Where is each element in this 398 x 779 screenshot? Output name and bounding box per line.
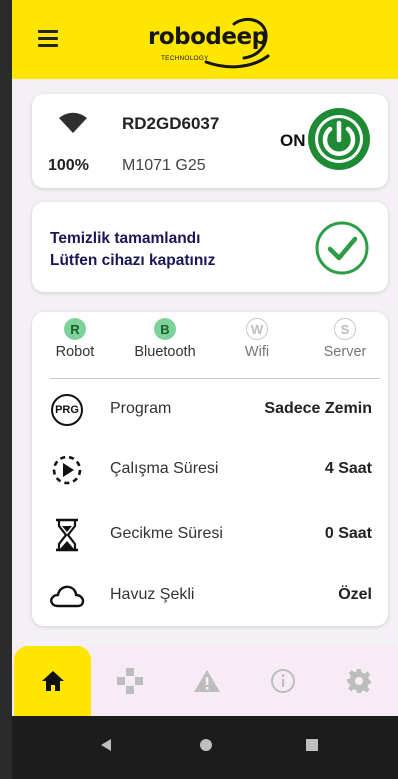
- settings-row-delay-time[interactable]: Gecikme Süresi 0 Saat: [32, 515, 388, 555]
- hamburger-menu-icon[interactable]: [38, 30, 58, 47]
- home-circle-icon[interactable]: [198, 737, 214, 753]
- connection-wifi: W Wifi: [216, 318, 298, 360]
- connection-label-wifi: Wifi: [244, 344, 270, 360]
- control-pad-icon: [116, 668, 143, 694]
- connection-bluetooth: B Bluetooth: [124, 318, 206, 360]
- message-line-2: Lütfen cihazı kapatınız: [50, 252, 216, 269]
- device-model: M1071 G25: [122, 157, 206, 174]
- battery-level: 100%: [48, 157, 89, 174]
- message-line-1: Temizlik tamamlandı: [50, 230, 201, 247]
- cloud-icon: [50, 585, 85, 608]
- nav-control[interactable]: [91, 646, 168, 716]
- check-circle-icon: [315, 221, 369, 275]
- work-time-label: Çalışma Süresi: [110, 460, 219, 477]
- nav-alerts[interactable]: [168, 646, 245, 716]
- pool-shape-label: Havuz Şekli: [110, 586, 195, 603]
- delay-time-label: Gecikme Süresi: [110, 525, 223, 542]
- program-label: Program: [110, 400, 172, 417]
- divider: [50, 378, 380, 379]
- play-timer-icon: [52, 455, 82, 485]
- bottom-navigation: [12, 646, 398, 716]
- robot-status-icon: R: [64, 318, 86, 340]
- work-time-value: 4 Saat: [324, 460, 372, 477]
- recents-icon[interactable]: [304, 737, 320, 753]
- back-icon[interactable]: [98, 737, 114, 753]
- connection-label-server: Server: [323, 344, 367, 360]
- hourglass-icon: [56, 518, 78, 552]
- nav-settings[interactable]: [320, 646, 397, 716]
- app-screen: robodeep TECHNOLOGY 100% RD2GD6037 M1071…: [12, 0, 398, 779]
- app-bar: robodeep TECHNOLOGY: [12, 0, 398, 79]
- nav-home[interactable]: [14, 646, 91, 716]
- connection-robot: R Robot: [34, 318, 116, 360]
- left-edge: [0, 0, 12, 779]
- logo-swoosh-icon: [204, 17, 270, 69]
- power-button[interactable]: [308, 108, 370, 170]
- wifi-icon: [59, 112, 87, 133]
- settings-gear-icon: [346, 669, 371, 693]
- wifi-status-icon: W: [246, 318, 268, 340]
- delay-time-value: 0 Saat: [324, 525, 372, 542]
- server-status-icon: S: [334, 318, 356, 340]
- brand-logo: robodeep TECHNOLOGY: [148, 16, 278, 72]
- power-icon: [315, 115, 363, 163]
- settings-row-pool-shape[interactable]: Havuz Şekli Özel: [32, 576, 388, 616]
- device-id: RD2GD6037: [122, 114, 220, 133]
- info-icon: [270, 669, 295, 693]
- power-state-label: ON: [280, 131, 306, 150]
- connection-label-bluetooth: Bluetooth: [134, 344, 196, 360]
- device-info-card: R Robot B Bluetooth W Wifi S Server PRG …: [32, 312, 388, 626]
- program-icon: PRG: [51, 394, 83, 426]
- program-value: Sadece Zemin: [264, 400, 372, 417]
- bluetooth-status-icon: B: [154, 318, 176, 340]
- connection-server: S Server: [304, 318, 386, 360]
- system-navigation-bar: [12, 716, 398, 779]
- device-status-card: 100% RD2GD6037 M1071 G25 ON: [32, 94, 388, 188]
- settings-row-program[interactable]: PRG Program Sadece Zemin: [32, 390, 388, 430]
- connection-label-robot: Robot: [55, 344, 95, 360]
- settings-row-work-time[interactable]: Çalışma Süresi 4 Saat: [32, 450, 388, 490]
- warning-icon: [193, 670, 220, 692]
- nav-info[interactable]: [244, 646, 321, 716]
- pool-shape-value: Özel: [338, 586, 372, 603]
- home-icon: [41, 671, 64, 691]
- status-message-card: Temizlik tamamlandı Lütfen cihazı kapatı…: [32, 202, 388, 292]
